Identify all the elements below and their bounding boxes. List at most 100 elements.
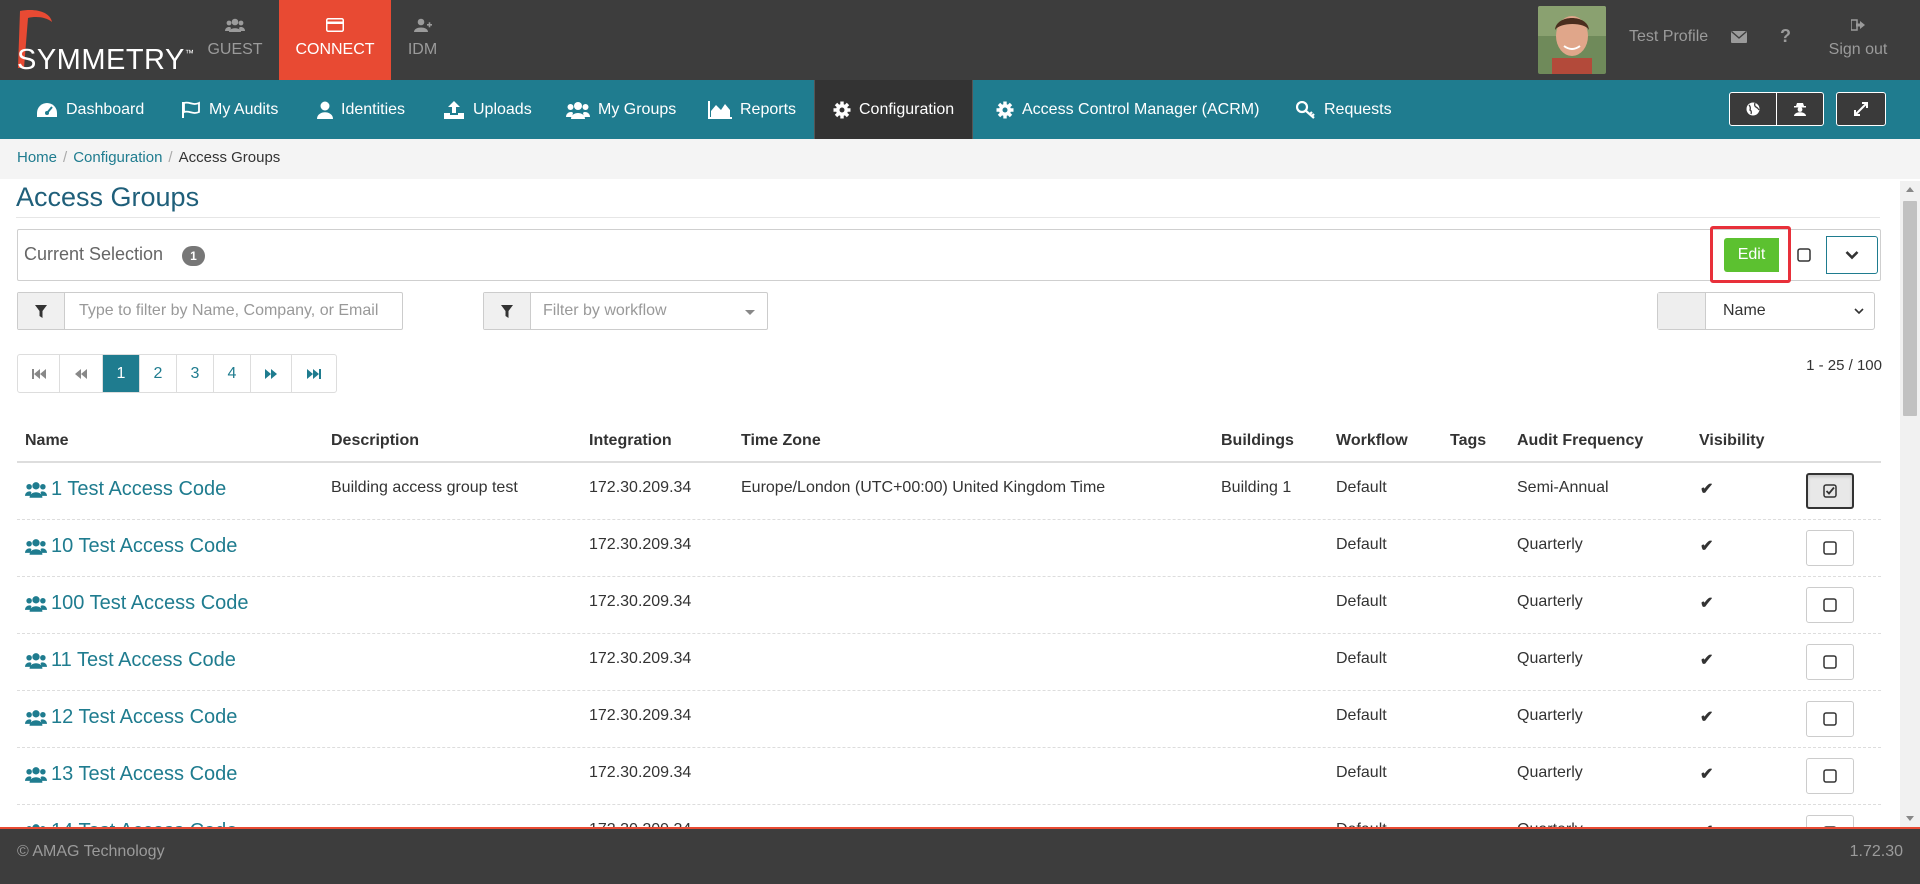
col-tags[interactable]: Tags <box>1450 432 1486 450</box>
scroll-down-icon[interactable] <box>1906 816 1914 821</box>
group-name-link[interactable]: 1 Test Access Code <box>25 478 226 501</box>
globe-icon <box>1746 102 1760 116</box>
group-name-link[interactable]: 10 Test Access Code <box>25 535 237 558</box>
table-body: 1 Test Access Code Building access group … <box>17 463 1881 862</box>
cell-workflow: Default <box>1336 593 1387 610</box>
group-name-link[interactable]: 11 Test Access Code <box>25 649 236 672</box>
scroll-up-icon[interactable] <box>1906 187 1914 192</box>
last-page-button[interactable] <box>292 355 336 392</box>
table-row[interactable]: 12 Test Access Code 172.30.209.34 Default Q… <box>17 691 1881 748</box>
flag-icon <box>182 101 200 118</box>
profile-name[interactable]: Test Profile <box>1629 28 1708 46</box>
col-workflow[interactable]: Workflow <box>1336 432 1408 450</box>
user-secret-button[interactable] <box>1776 92 1824 126</box>
sign-out-button[interactable]: Sign out <box>1822 0 1894 80</box>
current-selection-panel: Current Selection 1 <box>17 229 1881 281</box>
name-filter-input[interactable] <box>65 293 401 329</box>
globe-button[interactable] <box>1729 92 1777 126</box>
row-select-checkbox[interactable] <box>1806 758 1854 794</box>
cell-workflow: Default <box>1336 479 1387 496</box>
col-description[interactable]: Description <box>331 432 419 450</box>
page-1[interactable]: 1 <box>103 355 140 392</box>
table-row[interactable]: 1 Test Access Code Building access group … <box>17 463 1881 520</box>
group-name-link[interactable]: 13 Test Access Code <box>25 763 237 786</box>
fast-forward-icon <box>307 368 321 379</box>
user-plus-icon <box>390 18 455 34</box>
fast-backward-icon <box>31 368 46 379</box>
nav-acrm[interactable]: Access Control Manager (ACRM) <box>996 80 1259 139</box>
app-connect-label: CONNECT <box>295 41 375 58</box>
nav-my-groups[interactable]: My Groups <box>566 80 676 139</box>
sort-select[interactable]: Name <box>1657 292 1875 330</box>
visibility-check-icon: ✔ <box>1700 766 1714 783</box>
cell-integration: 172.30.209.34 <box>589 536 692 553</box>
row-select-checkbox[interactable] <box>1806 701 1854 737</box>
expand-icon <box>1854 102 1868 116</box>
nav-identities[interactable]: Identities <box>317 80 405 139</box>
nav-configuration[interactable]: Configuration <box>814 80 974 139</box>
check-square-icon <box>1823 484 1837 498</box>
group-name-link[interactable]: 100 Test Access Code <box>25 592 249 615</box>
app-idm[interactable]: IDM <box>390 0 455 80</box>
cell-buildings: Building 1 <box>1221 479 1292 496</box>
symmetry-logo[interactable]: SYMMETRY™ <box>6 8 194 76</box>
col-audit-frequency[interactable]: Audit Frequency <box>1517 432 1643 450</box>
table-row[interactable]: 10 Test Access Code 172.30.209.34 Default Q… <box>17 520 1881 577</box>
fullscreen-button[interactable] <box>1836 92 1886 126</box>
page-4[interactable]: 4 <box>214 355 251 392</box>
col-integration[interactable]: Integration <box>589 432 672 450</box>
next-page-button[interactable] <box>251 355 292 392</box>
users-icon <box>25 482 47 498</box>
group-name-link[interactable]: 12 Test Access Code <box>25 706 237 729</box>
current-selection-label: Current Selection <box>24 244 164 264</box>
table-row[interactable]: 100 Test Access Code 172.30.209.34 Default… <box>17 577 1881 634</box>
breadcrumb-home[interactable]: Home <box>17 149 57 166</box>
nav-my-audits[interactable]: My Audits <box>181 80 278 139</box>
page-2[interactable]: 2 <box>140 355 177 392</box>
page-scrollbar[interactable] <box>1900 181 1920 827</box>
col-visibility[interactable]: Visibility <box>1699 432 1765 450</box>
col-time-zone[interactable]: Time Zone <box>741 432 821 450</box>
row-select-checkbox[interactable] <box>1806 644 1854 680</box>
first-page-button[interactable] <box>18 355 60 392</box>
page-3[interactable]: 3 <box>177 355 214 392</box>
chevron-down-icon <box>1845 251 1859 260</box>
prev-page-button[interactable] <box>60 355 103 392</box>
col-name[interactable]: Name <box>25 432 69 450</box>
breadcrumb-current: Access Groups <box>178 149 281 166</box>
nav-requests[interactable]: Requests <box>1296 80 1392 139</box>
help-icon[interactable]: ? <box>1780 26 1791 47</box>
avatar[interactable] <box>1538 6 1606 74</box>
selection-dropdown-button[interactable] <box>1826 236 1878 274</box>
workflow-filter[interactable]: Filter by workflow <box>483 292 768 330</box>
table-row[interactable]: 13 Test Access Code 172.30.209.34 Default Q… <box>17 748 1881 805</box>
area-chart-icon <box>708 100 732 119</box>
mail-icon[interactable] <box>1731 30 1747 48</box>
group-name-text: 100 Test Access Code <box>51 592 249 614</box>
nav-uploads[interactable]: Uploads <box>443 80 532 139</box>
caret-down-icon <box>745 310 755 315</box>
row-select-checkbox[interactable] <box>1806 587 1854 623</box>
app-guest[interactable]: GUEST <box>200 0 270 80</box>
select-all-button[interactable] <box>1781 236 1826 274</box>
nav-dashboard[interactable]: Dashboard <box>36 80 144 139</box>
nav-my-audits-label: My Audits <box>209 100 279 118</box>
access-groups-table: Name Description Integration Time Zone B… <box>17 420 1881 862</box>
workflow-select[interactable]: Filter by workflow <box>531 293 767 329</box>
row-select-checkbox[interactable] <box>1806 473 1854 509</box>
nav-reports[interactable]: Reports <box>708 80 796 139</box>
square-icon <box>1823 712 1837 726</box>
chevron-down-icon <box>1854 308 1864 315</box>
users-icon <box>25 653 47 669</box>
app-connect[interactable]: CONNECT <box>279 0 391 80</box>
table-row[interactable]: 11 Test Access Code 172.30.209.34 Default Q… <box>17 634 1881 691</box>
col-buildings[interactable]: Buildings <box>1221 432 1294 450</box>
nav-uploads-label[interactable]: Uploads <box>473 101 532 119</box>
users-icon <box>25 539 47 555</box>
breadcrumb-configuration[interactable]: Configuration <box>73 149 162 166</box>
version: 1.72.30 <box>1849 843 1903 860</box>
scroll-thumb[interactable] <box>1903 201 1917 416</box>
copyright: © AMAG Technology <box>17 843 165 860</box>
row-select-checkbox[interactable] <box>1806 530 1854 566</box>
visibility-check-icon: ✔ <box>1700 538 1714 555</box>
